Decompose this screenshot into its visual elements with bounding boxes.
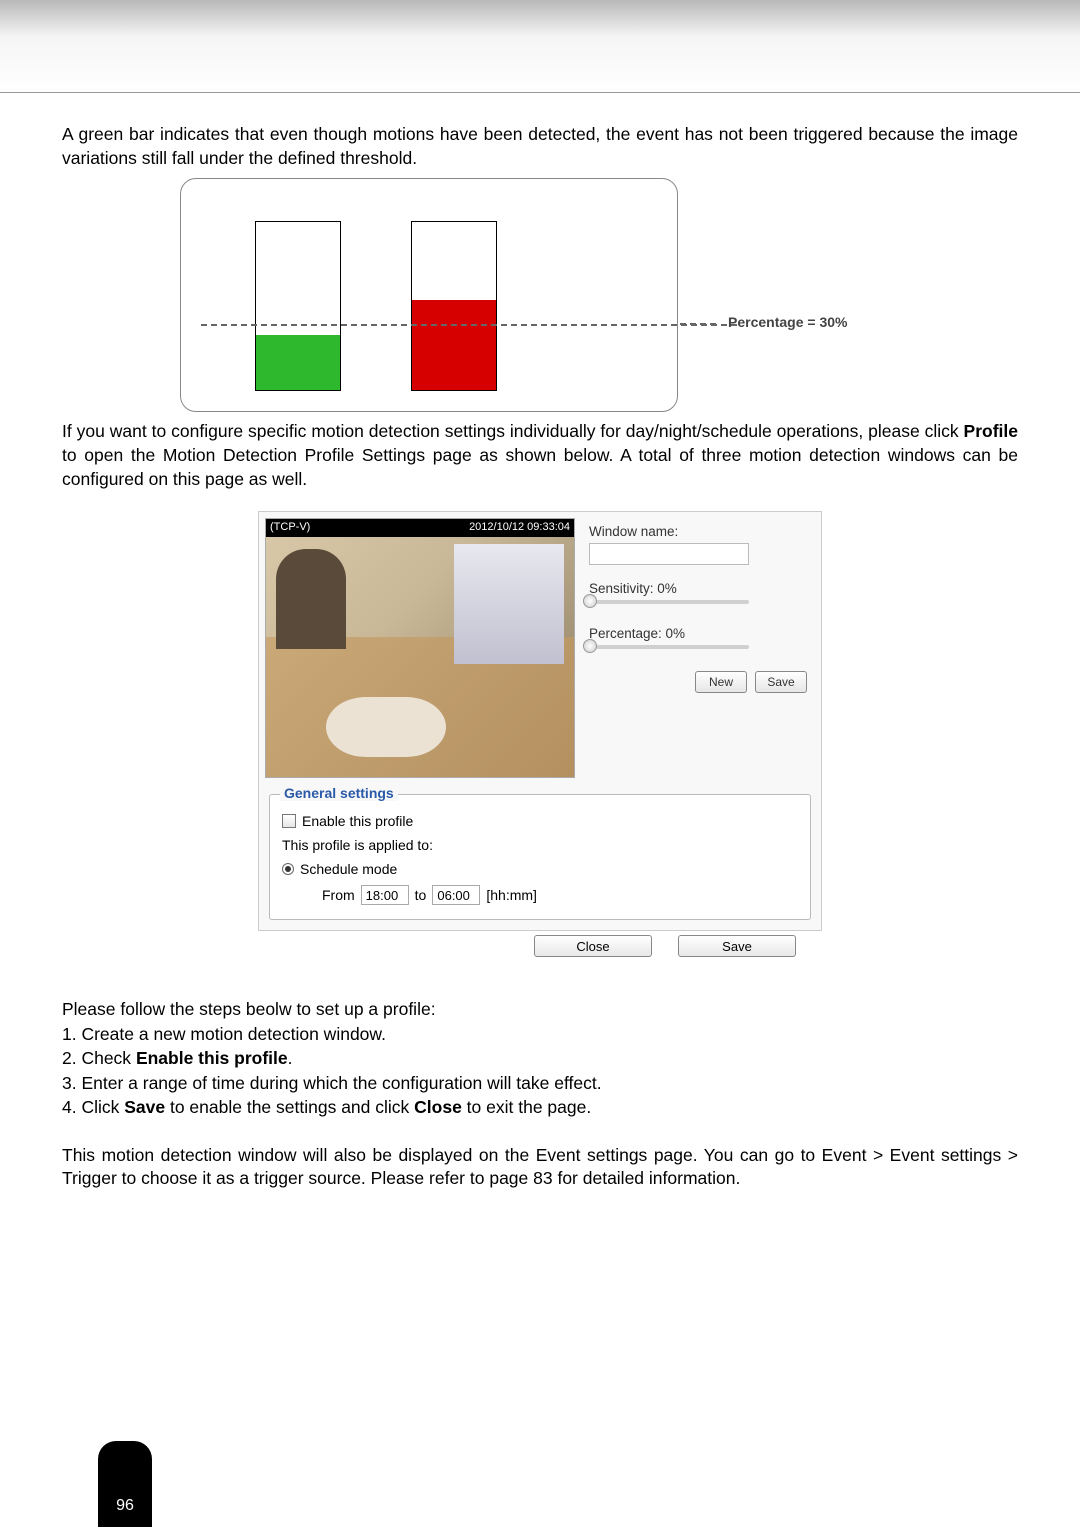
bold: Close [414, 1097, 462, 1117]
percentage-label: Percentage: 0% [589, 626, 807, 641]
sensitivity-label: Sensitivity: 0% [589, 581, 807, 596]
new-button[interactable]: New [695, 671, 747, 693]
sensitivity-slider[interactable] [589, 600, 749, 604]
to-time-input[interactable]: 06:00 [432, 885, 480, 905]
dash-segment [700, 323, 716, 325]
preview-source: (TCP-V) [270, 521, 310, 535]
save-button[interactable]: Save [755, 671, 807, 693]
enable-profile-checkbox[interactable] [282, 814, 296, 828]
window-name-input[interactable] [589, 543, 749, 565]
text: 4. Click [62, 1097, 124, 1117]
red-bar-fill [412, 300, 496, 390]
from-label: From [322, 887, 355, 903]
settings-panel: (TCP-V) 2012/10/12 09:33:04 Window name:… [258, 511, 822, 931]
page-number: 96 [116, 1497, 134, 1515]
page-number-tab: 96 [98, 1441, 152, 1527]
text: If you want to configure specific motion… [62, 421, 964, 441]
percentage-label: Percentage = 30% [728, 314, 847, 330]
green-bar-fill [256, 335, 340, 390]
to-label: to [415, 887, 427, 903]
text: to open the Motion Detection Profile Set… [62, 445, 1018, 489]
chart-frame [180, 178, 678, 412]
intro-paragraph: A green bar indicates that even though m… [62, 123, 1018, 170]
text: to exit the page. [462, 1097, 591, 1117]
slider-thumb[interactable] [583, 639, 597, 653]
enable-profile-label: Enable this profile [302, 813, 413, 829]
dash-segment [680, 323, 696, 325]
from-time-input[interactable]: 18:00 [361, 885, 409, 905]
save-button-bottom[interactable]: Save [678, 935, 796, 957]
general-settings-legend: General settings [280, 785, 398, 801]
close-button[interactable]: Close [534, 935, 652, 957]
general-settings-group: General settings Enable this profile Thi… [269, 794, 811, 920]
threshold-line [201, 324, 737, 326]
step-3: 3. Enter a range of time during which th… [62, 1071, 1018, 1096]
green-bar [255, 221, 341, 391]
preview-timestamp: 2012/10/12 09:33:04 [469, 521, 570, 535]
footer-paragraph: This motion detection window will also b… [62, 1144, 1018, 1191]
room-arch [276, 549, 346, 649]
schedule-mode-radio[interactable] [282, 863, 294, 875]
steps-intro: Please follow the steps beolw to set up … [62, 997, 1018, 1022]
window-name-label: Window name: [589, 524, 807, 539]
text: 2. Check [62, 1048, 136, 1068]
camera-preview: (TCP-V) 2012/10/12 09:33:04 [265, 518, 575, 778]
step-4: 4. Click Save to enable the settings and… [62, 1095, 1018, 1120]
steps-block: Please follow the steps beolw to set up … [62, 997, 1018, 1120]
applied-to-label: This profile is applied to: [282, 837, 433, 853]
text: to enable the settings and click [165, 1097, 414, 1117]
profile-bold: Profile [964, 421, 1018, 441]
schedule-mode-label: Schedule mode [300, 861, 397, 877]
bold: Save [124, 1097, 165, 1117]
room-window [454, 544, 564, 664]
step-2: 2. Check Enable this profile. [62, 1046, 1018, 1071]
text: . [288, 1048, 293, 1068]
page-header-gradient [0, 0, 1080, 93]
red-bar [411, 221, 497, 391]
threshold-diagram: Percentage = 30% [180, 178, 900, 412]
preview-titlebar: (TCP-V) 2012/10/12 09:33:04 [266, 519, 574, 537]
radio-dot [285, 866, 291, 872]
hhmm-hint: [hh:mm] [486, 887, 537, 903]
profile-paragraph: If you want to configure specific motion… [62, 420, 1018, 491]
room-sofa [326, 697, 446, 757]
step-1: 1. Create a new motion detection window. [62, 1022, 1018, 1047]
slider-thumb[interactable] [583, 594, 597, 608]
percentage-slider[interactable] [589, 645, 749, 649]
bold: Enable this profile [136, 1048, 288, 1068]
